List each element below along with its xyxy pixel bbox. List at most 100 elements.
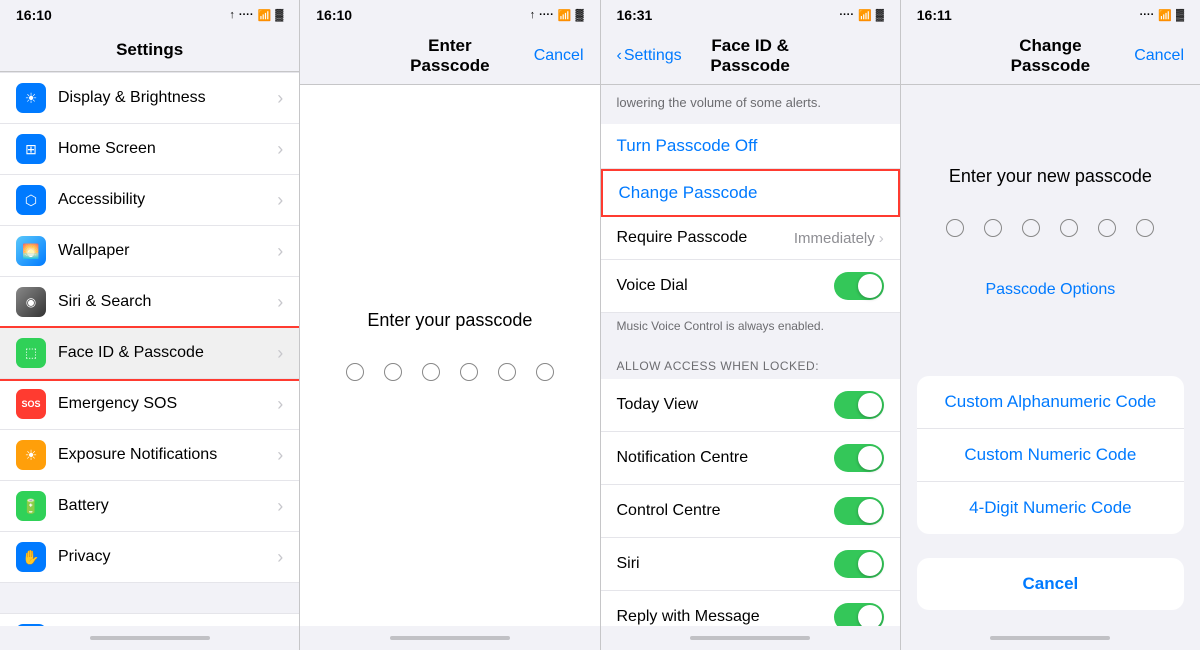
new-passcode-dots <box>946 219 1154 237</box>
wallpaper-label: Wallpaper <box>58 242 277 260</box>
settings-panel: 16:10 ↑ ···· 📶 ▓ Settings ☀ Display & Br… <box>0 0 300 650</box>
passcode-dot-1 <box>346 363 364 381</box>
status-icons-4: ···· 📶 ▓ <box>1140 9 1184 22</box>
home-indicator-4 <box>901 626 1200 650</box>
enter-passcode-panel: 16:10 ↑ ···· 📶 ▓ Enter Passcode Cancel E… <box>300 0 600 650</box>
battery-chevron <box>277 496 283 517</box>
reply-with-message-row[interactable]: Reply with Message <box>601 591 900 626</box>
exposure-icon: ☀ <box>16 440 46 470</box>
settings-item-homescreen[interactable]: ⊞ Home Screen <box>0 124 299 175</box>
home-bar-2 <box>390 636 510 640</box>
home-indicator-1 <box>0 626 299 650</box>
notification-centre-toggle[interactable] <box>834 444 884 472</box>
signal-dots-4: ···· <box>1140 9 1155 21</box>
require-passcode-value: Immediately › <box>794 230 884 247</box>
faceid-back-label: Settings <box>624 47 682 65</box>
today-view-row[interactable]: Today View <box>601 379 900 432</box>
passcode-cancel-button[interactable]: Cancel <box>917 558 1184 610</box>
settings-item-sos[interactable]: SOS Emergency SOS <box>0 379 299 430</box>
siri-toggle[interactable] <box>834 550 884 578</box>
change-passcode-content: Enter your new passcode Passcode Options… <box>901 85 1200 626</box>
reply-with-message-toggle[interactable] <box>834 603 884 626</box>
alphanumeric-option[interactable]: Custom Alphanumeric Code <box>917 376 1184 429</box>
settings-item-battery[interactable]: 🔋 Battery <box>0 481 299 532</box>
passcode-options-menu: Custom Alphanumeric Code Custom Numeric … <box>917 376 1184 534</box>
control-centre-row[interactable]: Control Centre <box>601 485 900 538</box>
today-view-toggle[interactable] <box>834 391 884 419</box>
homescreen-chevron <box>277 139 283 160</box>
location-icon: ↑ <box>229 9 235 21</box>
sos-chevron <box>277 394 283 415</box>
passcode-dot-3 <box>422 363 440 381</box>
homescreen-icon: ⊞ <box>16 134 46 164</box>
faceid-nav-title: Face ID & Passcode <box>697 36 804 76</box>
back-chevron-icon: ‹ <box>617 47 622 65</box>
exposure-chevron <box>277 445 283 466</box>
battery-icon-4: ▓ <box>1176 9 1184 21</box>
new-passcode-dot-5 <box>1098 219 1116 237</box>
cp-cancel[interactable]: Cancel <box>1104 47 1184 65</box>
four-digit-option[interactable]: 4-Digit Numeric Code <box>917 482 1184 534</box>
status-bar-2: 16:10 ↑ ···· 📶 ▓ <box>300 0 599 28</box>
home-indicator-3 <box>601 626 900 650</box>
new-passcode-dot-2 <box>984 219 1002 237</box>
change-passcode-nav: Change Passcode Cancel <box>901 28 1200 85</box>
change-passcode-button[interactable]: Change Passcode <box>601 169 900 217</box>
wifi-icon: 📶 <box>258 9 272 22</box>
new-passcode-area: Enter your new passcode Passcode Options <box>917 105 1184 360</box>
notification-centre-row[interactable]: Notification Centre <box>601 432 900 485</box>
settings-item-faceid[interactable]: ⬚ Face ID & Passcode <box>0 328 299 379</box>
battery-icon-2: ▓ <box>575 9 583 21</box>
require-passcode-val-text: Immediately <box>794 230 875 247</box>
display-chevron <box>277 88 283 109</box>
faceid-actions-section: Turn Passcode Off Change Passcode <box>601 124 900 217</box>
settings-item-accessibility[interactable]: ⬡ Accessibility <box>0 175 299 226</box>
wallpaper-icon: 🌅 <box>16 236 46 266</box>
settings-item-appstore[interactable]: A App Store <box>0 613 299 626</box>
allow-access-section-label: ALLOW ACCESS WHEN LOCKED: <box>601 343 900 379</box>
locked-items-list: Today View Notification Centre Control C… <box>601 379 900 626</box>
settings-item-siri[interactable]: ◉ Siri & Search <box>0 277 299 328</box>
voice-dial-label: Voice Dial <box>617 277 688 295</box>
status-bar-3: 16:31 ···· 📶 ▓ <box>601 0 900 28</box>
turn-passcode-off-button[interactable]: Turn Passcode Off <box>601 124 900 169</box>
home-bar-1 <box>90 636 210 640</box>
battery-icon: ▓ <box>275 9 283 21</box>
faceid-top-note: lowering the volume of some alerts. <box>601 85 900 124</box>
siri-label: Siri & Search <box>58 293 277 311</box>
voice-dial-toggle[interactable] <box>834 272 884 300</box>
voice-dial-row[interactable]: Voice Dial <box>601 260 900 313</box>
siri-locked-label: Siri <box>617 555 640 573</box>
passcode-dot-6 <box>536 363 554 381</box>
custom-numeric-option[interactable]: Custom Numeric Code <box>917 429 1184 482</box>
accessibility-icon: ⬡ <box>16 185 46 215</box>
ep-cancel[interactable]: Cancel <box>504 47 584 65</box>
reply-with-message-label: Reply with Message <box>617 608 760 626</box>
home-bar-3 <box>690 636 810 640</box>
home-indicator-2 <box>300 626 599 650</box>
control-centre-toggle[interactable] <box>834 497 884 525</box>
require-passcode-row[interactable]: Require Passcode Immediately › <box>601 217 900 260</box>
list-gap-1 <box>0 583 299 613</box>
battery-label: Battery <box>58 497 277 515</box>
wifi-icon-2: 📶 <box>558 9 572 22</box>
siri-row[interactable]: Siri <box>601 538 900 591</box>
settings-item-exposure[interactable]: ☀ Exposure Notifications <box>0 430 299 481</box>
settings-item-privacy[interactable]: ✋ Privacy <box>0 532 299 583</box>
settings-item-display[interactable]: ☀ Display & Brightness <box>0 72 299 124</box>
passcode-dot-5 <box>498 363 516 381</box>
home-bar-4 <box>990 636 1110 640</box>
settings-nav: Settings <box>0 28 299 72</box>
settings-item-wallpaper[interactable]: 🌅 Wallpaper <box>0 226 299 277</box>
new-passcode-dot-4 <box>1060 219 1078 237</box>
status-icons-1: ↑ ···· 📶 ▓ <box>229 9 283 22</box>
homescreen-label: Home Screen <box>58 140 277 158</box>
signal-dots-3: ···· <box>839 9 854 21</box>
passcode-options-link[interactable]: Passcode Options <box>985 281 1115 299</box>
new-passcode-dot-6 <box>1136 219 1154 237</box>
require-passcode-chevron: › <box>879 230 884 247</box>
siri-chevron <box>277 292 283 313</box>
require-passcode-label: Require Passcode <box>617 229 748 247</box>
new-passcode-dot-1 <box>946 219 964 237</box>
faceid-back-button[interactable]: ‹ Settings <box>617 47 697 65</box>
